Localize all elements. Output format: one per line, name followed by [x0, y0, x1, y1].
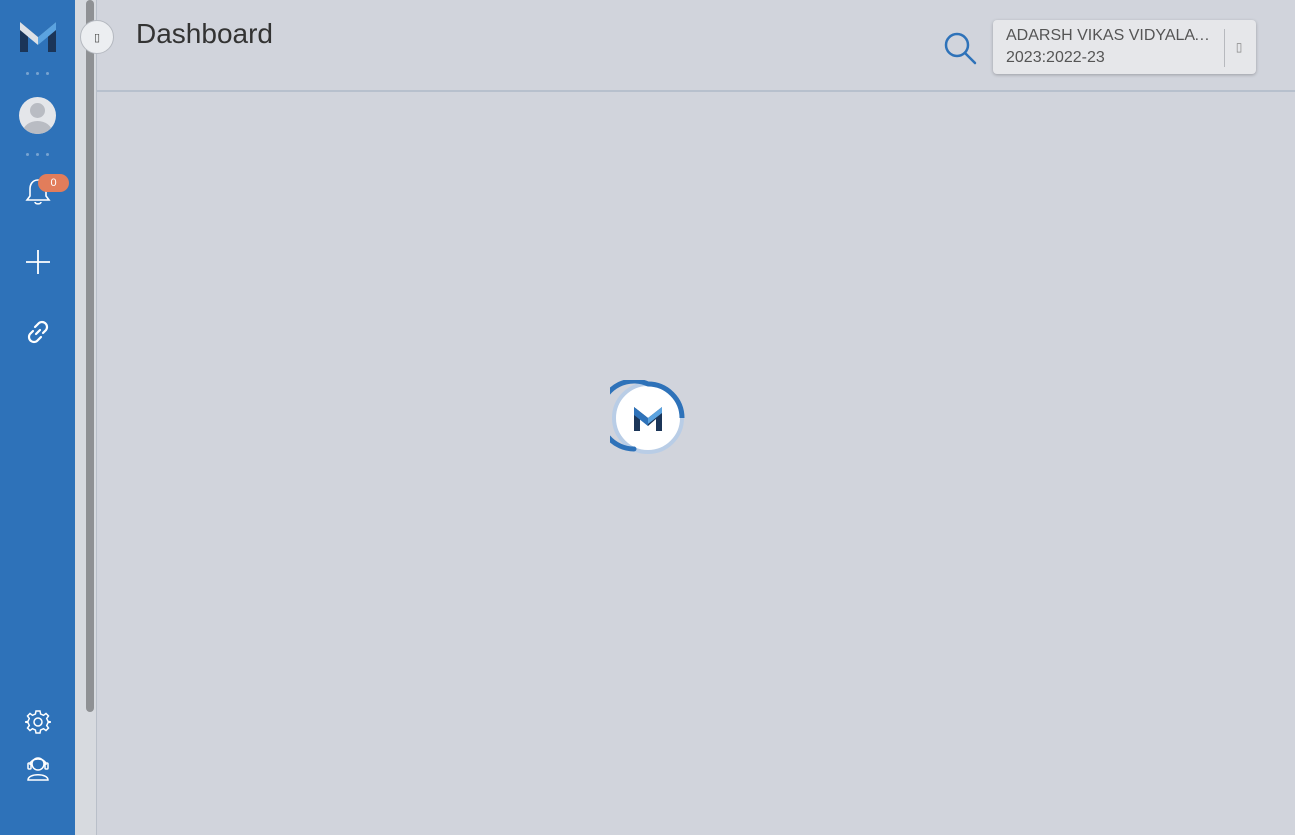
gear-icon [24, 710, 51, 734]
add-button[interactable] [0, 246, 75, 278]
dropdown-arrow-icon[interactable]: ▯ [1228, 37, 1250, 57]
header-divider [97, 90, 1295, 92]
logo-icon[interactable] [0, 14, 75, 58]
profile-button[interactable] [0, 96, 75, 134]
avatar [19, 96, 56, 134]
notification-badge: 0 [38, 174, 69, 192]
search-icon [944, 32, 977, 65]
separator-dots [0, 153, 75, 156]
toggle-icon: ▯ [93, 31, 101, 44]
page-title: Dashboard [136, 18, 273, 49]
session-label: 2023:2022-23 [1006, 49, 1105, 66]
plus-icon [25, 250, 50, 274]
sidebar: 0 [0, 0, 75, 835]
select-divider [1224, 29, 1225, 67]
support-button[interactable] [0, 752, 75, 782]
school-name: ADARSH VIKAS VIDYALAYA [1006, 27, 1211, 44]
links-button[interactable] [0, 316, 75, 348]
loading-spinner [597, 378, 686, 456]
settings-button[interactable] [0, 707, 75, 737]
search-button[interactable] [940, 28, 980, 68]
link-icon [27, 320, 48, 344]
sidebar-toggle-button[interactable]: ▯ [80, 20, 114, 54]
school-session-select[interactable]: ADARSH VIKAS VIDYALAYA 2023:2022-23 ▯ [993, 20, 1256, 74]
support-icon [26, 757, 49, 781]
separator-dots [0, 72, 75, 75]
scrollbar-thumb[interactable] [86, 0, 94, 712]
